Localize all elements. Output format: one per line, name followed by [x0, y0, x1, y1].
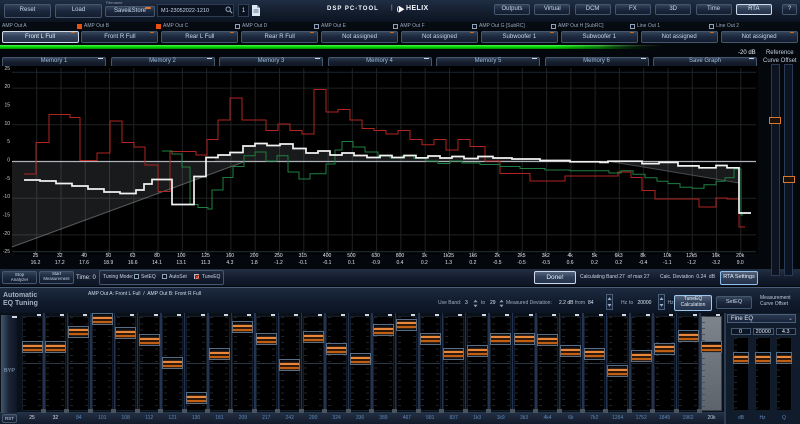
- svg-text:10: 10: [4, 121, 10, 127]
- svg-text:25: 25: [4, 66, 10, 72]
- svg-text:15: 15: [4, 103, 10, 109]
- svg-text:-10: -10: [3, 194, 10, 200]
- svg-text:0: 0: [7, 158, 10, 164]
- svg-text:-25: -25: [3, 249, 10, 254]
- svg-text:-5: -5: [6, 176, 11, 182]
- svg-text:-15: -15: [3, 213, 10, 219]
- svg-text:20: 20: [4, 84, 10, 90]
- svg-text:5: 5: [7, 139, 10, 145]
- svg-text:-20: -20: [3, 231, 10, 237]
